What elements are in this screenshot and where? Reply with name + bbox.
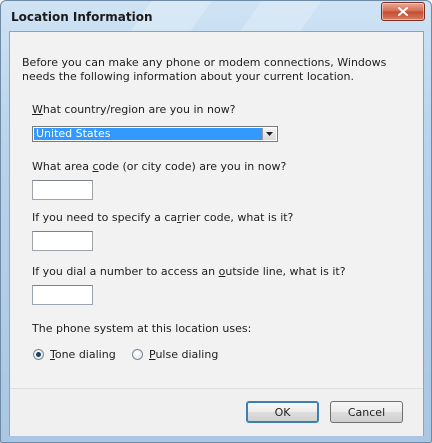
- dialog-content: Before you can make any phone or modem c…: [9, 31, 424, 436]
- intro-text: Before you can make any phone or modem c…: [22, 56, 387, 83]
- carrier-code-label-text: rier code, what is it?: [181, 211, 294, 224]
- outside-line-label-text: If you dial a number to access an: [32, 265, 219, 278]
- title-bar-glass-decoration: [240, 1, 322, 31]
- cancel-button[interactable]: Cancel: [330, 401, 403, 423]
- pulse-dialing-text: ulse dialing: [155, 348, 219, 361]
- country-label-text: hat country/region are you in now?: [42, 103, 236, 116]
- area-code-label-text: What area: [32, 160, 93, 173]
- outside-line-input[interactable]: [32, 285, 93, 305]
- pulse-dialing-label[interactable]: Pulse dialing: [149, 348, 218, 361]
- chevron-down-icon: [266, 132, 273, 136]
- area-code-input[interactable]: [32, 180, 93, 200]
- dialing-label: The phone system at this location uses:: [32, 322, 252, 335]
- tone-dialing-label[interactable]: Tone dialing: [50, 348, 116, 361]
- country-label-mnemonic: W: [32, 103, 43, 116]
- window-title: Location Information: [11, 10, 153, 24]
- pulse-dialing-option[interactable]: Pulse dialing: [132, 348, 218, 361]
- tone-dialing-text: one dialing: [54, 348, 116, 361]
- close-button[interactable]: [381, 2, 425, 21]
- location-information-dialog: Location Information Before you can make…: [0, 0, 432, 443]
- close-icon: [398, 7, 408, 16]
- carrier-code-input[interactable]: [32, 231, 93, 251]
- outside-line-label: If you dial a number to access an outsid…: [32, 265, 346, 278]
- tone-dialing-option[interactable]: Tone dialing: [33, 348, 116, 361]
- tone-dialing-radio[interactable]: [33, 349, 44, 360]
- pulse-dialing-radio[interactable]: [132, 349, 143, 360]
- ok-button[interactable]: OK: [246, 401, 319, 423]
- country-dropdown[interactable]: United States: [32, 126, 278, 142]
- area-code-label-text: ode (or city code) are you in now?: [98, 160, 287, 173]
- country-selected-value: United States: [34, 128, 263, 140]
- carrier-code-label-text: If you need to specify a ca: [32, 211, 178, 224]
- area-code-label: What area code (or city code) are you in…: [32, 160, 286, 173]
- button-bar: OK Cancel: [10, 388, 423, 436]
- dropdown-arrow-button[interactable]: [262, 128, 276, 140]
- title-bar[interactable]: Location Information: [1, 1, 431, 31]
- outside-line-label-text: utside line, what is it?: [225, 265, 346, 278]
- country-label: What country/region are you in now?: [32, 103, 236, 116]
- carrier-code-label: If you need to specify a carrier code, w…: [32, 211, 293, 224]
